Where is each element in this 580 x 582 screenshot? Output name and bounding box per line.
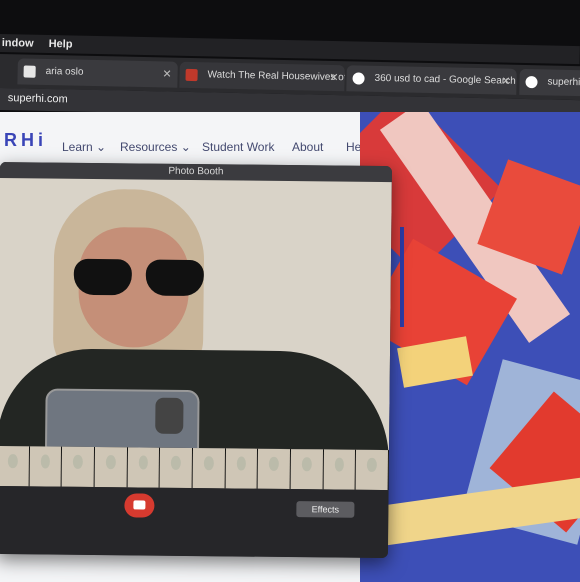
photo-thumbnail[interactable] bbox=[94, 447, 128, 488]
tab-label: superhi bbox=[547, 76, 580, 89]
photo-thumbnail[interactable] bbox=[61, 446, 96, 488]
close-icon[interactable]: ✕ bbox=[329, 65, 339, 91]
nav-learn[interactable]: Learn ⌄ bbox=[62, 140, 106, 154]
tab-label: 360 usd to cad - Google Search bbox=[374, 72, 516, 87]
url-text: superhi.com bbox=[7, 92, 68, 106]
photo-thumbnail[interactable] bbox=[257, 448, 292, 490]
tab-superhi[interactable]: superhi bbox=[519, 68, 580, 97]
photo-thumbnail[interactable] bbox=[0, 445, 30, 487]
photo-thumbnail[interactable] bbox=[127, 447, 161, 488]
close-icon[interactable]: ✕ bbox=[162, 61, 172, 87]
tab-housewives[interactable]: Watch The Real Housewives of ✕ bbox=[179, 61, 345, 92]
take-photo-button[interactable] bbox=[124, 493, 155, 518]
phone-camera bbox=[155, 397, 184, 434]
tab-label: aria oslo bbox=[45, 65, 84, 78]
phone bbox=[44, 388, 200, 451]
photo-thumbnail[interactable] bbox=[355, 449, 390, 491]
close-icon[interactable]: ✕ bbox=[501, 69, 511, 95]
nav-about[interactable]: About bbox=[292, 140, 323, 154]
tv-icon bbox=[185, 68, 198, 82]
camera-preview bbox=[0, 177, 392, 451]
menu-item-help[interactable]: Help bbox=[48, 35, 73, 53]
controls-bar: Effects bbox=[0, 485, 389, 559]
camera-icon bbox=[133, 500, 146, 510]
bookmark-icon bbox=[23, 65, 36, 78]
sunglasses bbox=[73, 258, 214, 298]
photo-booth-window: Photo Booth Effects bbox=[0, 162, 392, 559]
photo-thumbnail[interactable] bbox=[192, 448, 226, 489]
nav-resources[interactable]: Resources ⌄ bbox=[120, 140, 191, 154]
effects-button[interactable]: Effects bbox=[296, 501, 355, 518]
thumbnail-strip bbox=[0, 445, 390, 491]
hero-artwork bbox=[360, 112, 580, 582]
nav-student-work[interactable]: Student Work bbox=[202, 140, 274, 154]
tab-google-search[interactable]: 360 usd to cad - Google Search ✕ bbox=[346, 65, 517, 95]
site-logo[interactable]: RHi bbox=[4, 130, 47, 151]
photo-thumbnail[interactable] bbox=[225, 448, 259, 489]
google-icon bbox=[352, 72, 365, 85]
photo-thumbnail[interactable] bbox=[29, 446, 63, 487]
menu-item-window[interactable]: indow bbox=[2, 34, 34, 53]
photo-thumbnail[interactable] bbox=[290, 449, 324, 490]
photo-thumbnail[interactable] bbox=[159, 447, 194, 489]
google-icon bbox=[525, 76, 538, 89]
tab-label: Watch The Real Housewives of bbox=[207, 69, 345, 84]
photo-thumbnail[interactable] bbox=[323, 449, 357, 490]
tab-aria-oslo[interactable]: aria oslo ✕ bbox=[17, 58, 178, 88]
